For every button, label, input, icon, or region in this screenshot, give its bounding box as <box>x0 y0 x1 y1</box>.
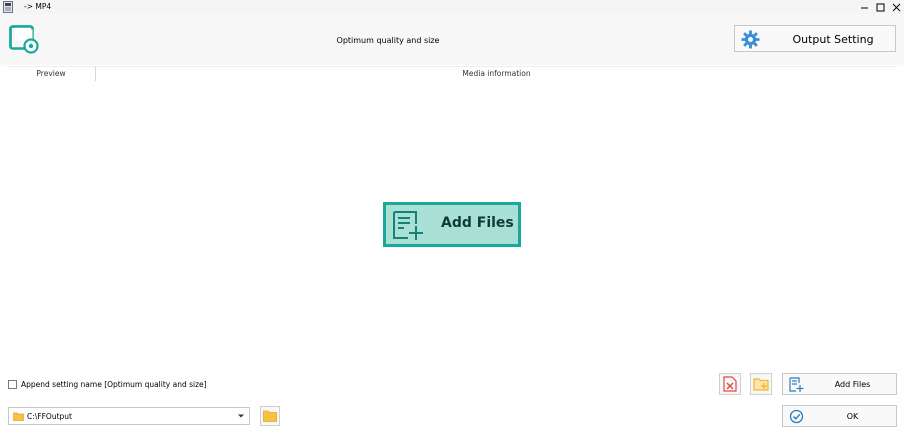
minimize-button[interactable] <box>856 0 872 14</box>
append-setting-row[interactable]: Append setting name [Optimum quality and… <box>8 378 207 390</box>
add-folder-icon <box>753 378 769 391</box>
add-files-big-inner: Add Files <box>386 205 518 244</box>
add-folder-button[interactable] <box>750 373 772 395</box>
chevron-down-icon <box>238 414 244 418</box>
open-folder-icon <box>263 410 277 422</box>
remove-files-button[interactable] <box>719 373 741 395</box>
column-header-media-information[interactable]: Media information <box>96 67 897 81</box>
minimize-icon <box>860 7 868 8</box>
output-path-text: C:\FFOutput <box>27 412 72 421</box>
list-header: Preview Media information <box>7 66 897 82</box>
app-icon <box>3 1 13 13</box>
window-title: -> MP4 <box>24 2 52 11</box>
add-files-label: Add Files <box>834 380 871 389</box>
quality-label: Optimum quality and size <box>336 36 440 45</box>
add-file-icon <box>393 211 423 240</box>
check-circle-icon <box>789 409 804 424</box>
add-file-icon <box>789 377 804 392</box>
append-setting-label[interactable]: Append setting name [Optimum quality and… <box>21 380 207 389</box>
add-files-button[interactable]: Add Files <box>782 373 897 395</box>
ok-button[interactable]: OK <box>782 405 897 427</box>
maximize-button[interactable] <box>872 0 888 14</box>
ok-label: OK <box>846 412 859 421</box>
close-icon <box>892 3 900 11</box>
gear-icon <box>741 30 760 49</box>
add-files-big-button[interactable]: Add Files <box>383 202 521 247</box>
column-header-preview[interactable]: Preview <box>7 67 96 81</box>
add-files-big-label: Add Files <box>441 215 514 231</box>
delete-file-icon <box>723 376 737 392</box>
title-bar: -> MP4 <box>0 0 904 14</box>
folder-icon <box>13 412 24 421</box>
output-folder-dropdown[interactable]: C:\FFOutput <box>8 407 250 425</box>
output-setting-label: Output Setting <box>792 33 874 46</box>
output-setting-button[interactable]: Output Setting <box>734 25 896 52</box>
browse-folder-button[interactable] <box>260 406 280 426</box>
append-setting-checkbox[interactable] <box>8 379 17 389</box>
close-button[interactable] <box>888 0 904 14</box>
maximize-icon <box>876 3 884 11</box>
